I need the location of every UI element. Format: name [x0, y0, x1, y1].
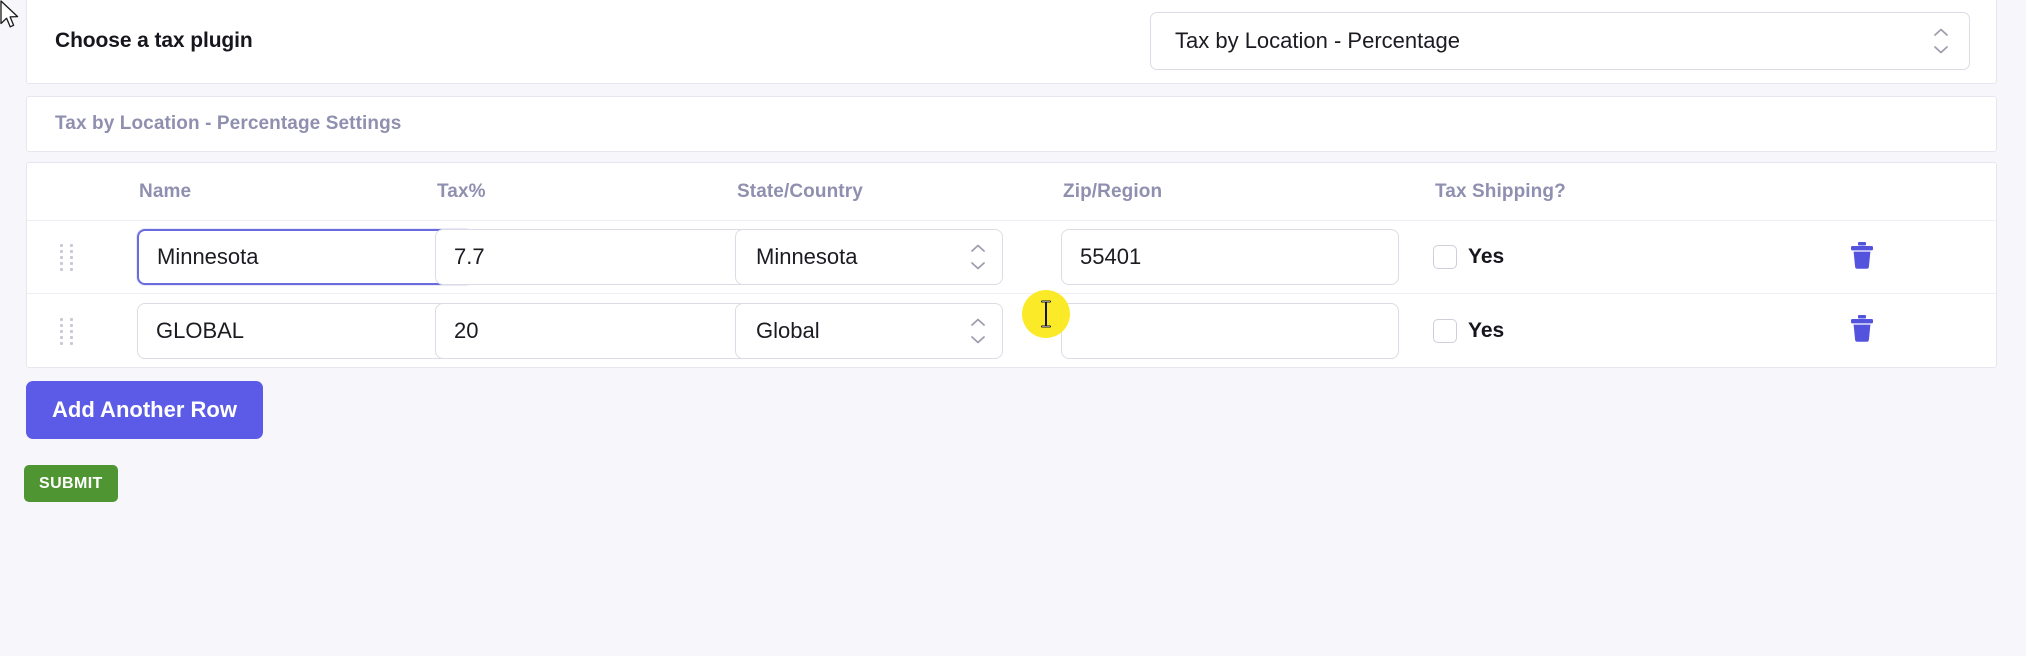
cell-state: Minnesota [707, 229, 1035, 285]
state-country-select[interactable]: Minnesota [735, 229, 1003, 285]
tax-shipping-label: Yes [1468, 245, 1505, 268]
column-header-zip: Zip/Region [1063, 180, 1163, 202]
cell-shipping: Yes [1407, 245, 1765, 269]
cell-state: Global [707, 302, 1035, 359]
tax-rates-table: Name Tax% State/Country Zip/Region Tax S… [26, 162, 1997, 368]
trash-icon [1849, 314, 1875, 347]
plugin-chooser-label: Choose a tax plugin [55, 29, 253, 52]
settings-title-panel: Tax by Location - Percentage Settings [26, 96, 1997, 152]
zip-region-input[interactable] [1061, 302, 1399, 359]
plugin-select-wrapper: Tax by Location - Percentage [1150, 12, 1970, 70]
cell-tax [409, 302, 775, 359]
chevron-updown-icon [1933, 28, 1949, 54]
column-header-tax: Tax% [437, 180, 486, 202]
drag-handle-icon[interactable] [60, 317, 76, 345]
table-row: Minnesota Yes [27, 221, 1996, 294]
cell-zip [1035, 302, 1407, 359]
column-header-state: State/Country [737, 180, 863, 202]
tax-plugin-select[interactable]: Tax by Location - Percentage [1150, 12, 1970, 70]
tax-shipping-toggle[interactable]: Yes [1433, 318, 1765, 343]
column-header-shipping: Tax Shipping? [1435, 180, 1566, 202]
tax-shipping-checkbox[interactable] [1433, 318, 1457, 343]
state-country-value: Minnesota [756, 244, 858, 269]
mouse-cursor-icon [0, 0, 22, 32]
table-row: Global Yes [27, 294, 1996, 367]
state-country-select[interactable]: Global [735, 302, 1003, 359]
plugin-chooser-row: Choose a tax plugin Tax by Location - Pe… [27, 0, 1996, 83]
cell-name [109, 302, 473, 359]
add-another-row-button[interactable]: Add Another Row [26, 381, 263, 439]
tax-shipping-checkbox[interactable] [1433, 245, 1457, 269]
state-country-value: Global [756, 317, 820, 343]
trash-icon [1849, 241, 1875, 274]
chevron-updown-icon [970, 318, 986, 344]
row-drag-handle[interactable] [27, 317, 109, 345]
cell-delete [1765, 240, 1996, 274]
submit-button[interactable]: SUBMIT [24, 465, 118, 502]
tax-shipping-label: Yes [1468, 318, 1505, 342]
tax-settings-page: Choose a tax plugin Tax by Location - Pe… [0, 0, 2026, 656]
cell-zip [1035, 229, 1407, 285]
column-header-name: Name [139, 180, 192, 202]
cell-shipping: Yes [1407, 318, 1765, 343]
cell-name [109, 229, 473, 285]
drag-handle-icon[interactable] [60, 244, 76, 271]
cell-delete [1765, 314, 1996, 348]
delete-row-button[interactable] [1845, 314, 1879, 348]
delete-row-button[interactable] [1845, 240, 1879, 274]
chevron-updown-icon [970, 244, 986, 270]
cell-tax [409, 229, 775, 285]
plugin-chooser-panel: Choose a tax plugin Tax by Location - Pe… [26, 0, 1997, 84]
settings-title: Tax by Location - Percentage Settings [55, 113, 402, 134]
table-header-row: Name Tax% State/Country Zip/Region Tax S… [27, 163, 1996, 221]
row-drag-handle[interactable] [27, 244, 109, 271]
tax-plugin-select-value: Tax by Location - Percentage [1175, 28, 1460, 53]
tax-shipping-toggle[interactable]: Yes [1433, 245, 1765, 269]
zip-region-input[interactable] [1061, 229, 1399, 285]
